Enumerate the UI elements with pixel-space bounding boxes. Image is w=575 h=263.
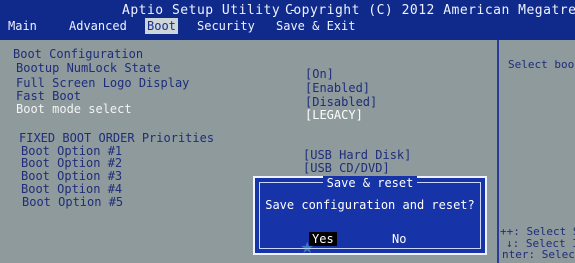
numlock-label[interactable]: Bootup NumLock State	[16, 61, 161, 75]
boot-option-2-value[interactable]: [USB CD/DVD]	[303, 161, 390, 175]
save-reset-dialog: Save & reset Save configuration and rese…	[253, 176, 487, 255]
title-rest: Copyright (C) 2012 American Megatrend	[285, 3, 575, 18]
fixed-boot-order-header: FIXED BOOT ORDER Priorities	[19, 131, 215, 145]
dialog-title-text: Save & reset	[322, 176, 418, 190]
fullscreen-logo-value[interactable]: [Enabled]	[305, 81, 370, 95]
menu-save-exit[interactable]: Save & Exit	[274, 18, 357, 34]
boot-option-4-label[interactable]: Boot Option #4	[21, 182, 122, 196]
boot-mode-value[interactable]: [LEGACY]	[305, 108, 363, 122]
boot-mode-label[interactable]: Boot mode select	[16, 102, 132, 116]
boot-option-3-label[interactable]: Boot Option #3	[21, 169, 122, 183]
fast-boot-value[interactable]: [Disabled]	[305, 95, 377, 109]
fullscreen-logo-label[interactable]: Full Screen Logo Display	[16, 76, 189, 90]
boot-option-2-label[interactable]: Boot Option #2	[21, 156, 122, 170]
help-panel: Select boo ++: Select Sc ↓: Select It nt…	[500, 40, 575, 263]
numlock-value[interactable]: [On]	[305, 67, 334, 81]
menu-main[interactable]: Main	[6, 18, 39, 34]
help-line-3: nter: Select	[502, 248, 575, 261]
dialog-frame	[259, 182, 481, 249]
top-bar: Aptio Setup Utility - Copyright (C) 2012…	[0, 0, 575, 40]
dialog-title: Save & reset	[255, 176, 485, 190]
watermark: ★	[300, 238, 315, 257]
dialog-message: Save configuration and reset?	[265, 198, 475, 212]
boot-option-1-value[interactable]: [USB Hard Disk]	[303, 148, 411, 162]
menu-security[interactable]: Security	[195, 18, 257, 34]
fast-boot-label[interactable]: Fast Boot	[16, 89, 81, 103]
menu-bar: Main Advanced Boot Security Save & Exit	[0, 18, 575, 38]
help-top: Select boo	[508, 58, 575, 71]
boot-configuration-header: Boot Configuration	[13, 47, 144, 61]
menu-boot[interactable]: Boot	[145, 18, 178, 34]
menu-advanced[interactable]: Advanced	[67, 18, 129, 34]
no-button[interactable]: No	[389, 232, 409, 246]
title-head: Aptio Setup Utility -	[122, 3, 297, 18]
boot-option-5-label[interactable]: Boot Option #5	[22, 195, 123, 209]
